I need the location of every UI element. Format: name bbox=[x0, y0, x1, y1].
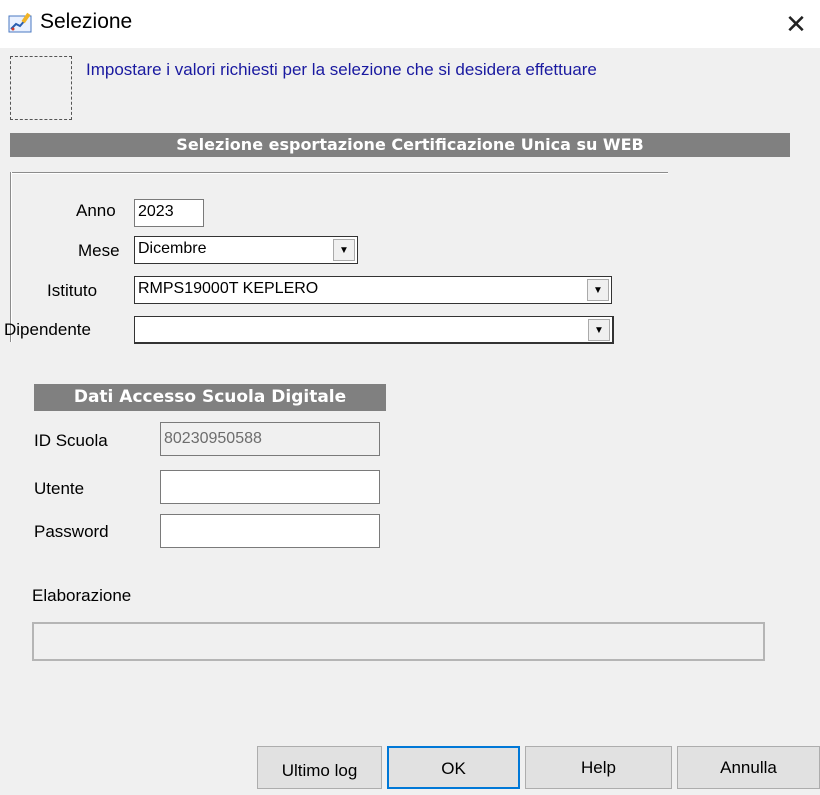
mese-label: Mese bbox=[78, 241, 120, 260]
mese-select[interactable]: Dicembre ▼ bbox=[134, 236, 358, 264]
ok-button[interactable]: OK bbox=[387, 746, 520, 789]
section-header: Selezione esportazione Certificazione Un… bbox=[10, 133, 790, 157]
id-scuola-field: 80230950588 bbox=[160, 422, 380, 456]
chart-edit-icon bbox=[8, 12, 32, 33]
window-title: Selezione bbox=[40, 10, 133, 33]
cancel-button[interactable]: Annulla bbox=[677, 746, 820, 789]
istituto-label: Istituto bbox=[47, 281, 98, 300]
close-button[interactable]: ✕ bbox=[778, 6, 814, 42]
hint-text: Impostare i valori richiesti per la sele… bbox=[86, 60, 597, 79]
scuola-digitale-header: Dati Accesso Scuola Digitale bbox=[34, 384, 386, 411]
elaborazione-label: Elaborazione bbox=[32, 586, 132, 605]
password-label: Password bbox=[34, 522, 109, 541]
mese-value: Dicembre bbox=[138, 240, 207, 257]
group-frame-left bbox=[10, 172, 12, 342]
progress-bar bbox=[32, 622, 765, 661]
chevron-down-icon[interactable]: ▼ bbox=[333, 239, 355, 261]
password-input[interactable] bbox=[160, 514, 380, 548]
last-log-button[interactable]: Ultimo log bbox=[257, 746, 382, 789]
help-button[interactable]: Help bbox=[525, 746, 672, 789]
dipendente-select[interactable]: ▼ bbox=[134, 316, 614, 344]
dipendente-label: Dipendente bbox=[4, 320, 91, 339]
utente-label: Utente bbox=[34, 479, 85, 498]
anno-label: Anno bbox=[76, 201, 116, 220]
chevron-down-icon[interactable]: ▼ bbox=[587, 279, 609, 301]
group-frame-top bbox=[10, 172, 668, 174]
close-icon: ✕ bbox=[785, 9, 807, 39]
anno-input[interactable]: 2023 bbox=[134, 199, 204, 227]
istituto-value: RMPS19000T KEPLERO bbox=[138, 280, 319, 297]
chevron-down-icon[interactable]: ▼ bbox=[588, 319, 610, 341]
istituto-select[interactable]: RMPS19000T KEPLERO ▼ bbox=[134, 276, 612, 304]
utente-input[interactable] bbox=[160, 470, 380, 504]
id-scuola-label: ID Scuola bbox=[34, 431, 108, 450]
hint-icon bbox=[10, 56, 72, 120]
